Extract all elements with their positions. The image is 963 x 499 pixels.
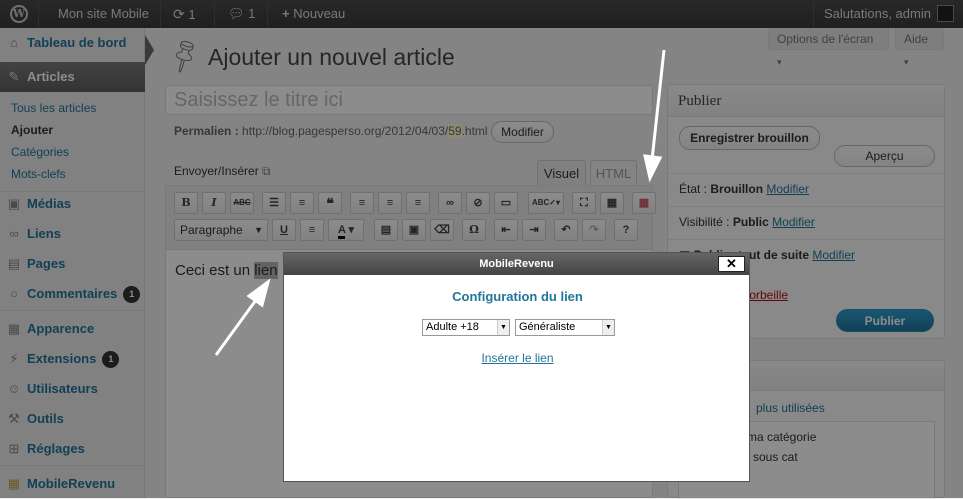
annotation-arrows: [214, 49, 666, 356]
arrow-to-selected-text: [214, 278, 271, 356]
arrow-to-plugin-icon: [643, 49, 666, 183]
